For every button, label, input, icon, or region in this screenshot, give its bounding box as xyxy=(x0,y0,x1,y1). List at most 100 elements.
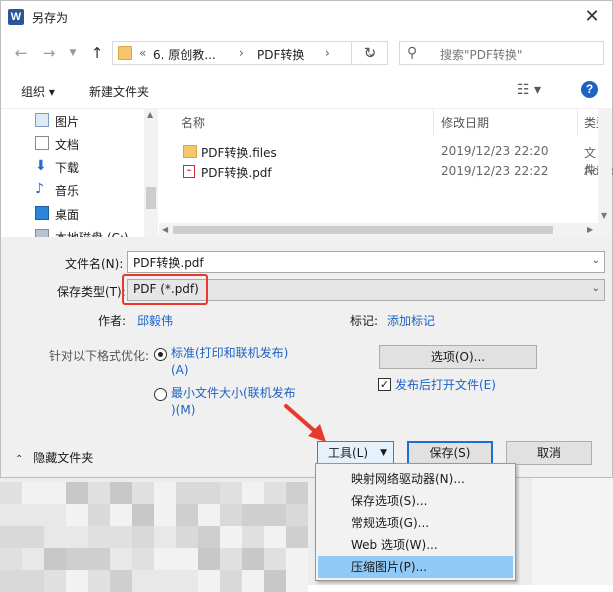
mosaic-tile xyxy=(132,548,154,570)
file-row[interactable]: ⌁ PDF转换.pdf 2019/12/23 22:22 Adob xyxy=(159,162,613,182)
file-name: PDF转换.files xyxy=(201,146,277,160)
mosaic-tile xyxy=(22,482,44,504)
refresh-button[interactable]: ↻ xyxy=(359,43,381,63)
horizontal-scrollbar[interactable]: ◀ ▶ xyxy=(159,223,598,237)
mosaic-tile xyxy=(264,526,286,548)
menu-item-compress-pictures[interactable]: 压缩图片(P)... xyxy=(318,556,513,578)
sidebar-item-label: 图片 xyxy=(55,115,80,129)
author-value[interactable]: 邱毅伟 xyxy=(137,312,173,329)
chevron-down-icon: ▼ xyxy=(380,448,387,458)
mosaic-tile xyxy=(264,548,286,570)
mosaic-tile xyxy=(22,504,44,526)
menu-item-general-options[interactable]: 常规选项(G)... xyxy=(318,512,513,534)
mosaic-tile xyxy=(110,504,132,526)
new-folder-button[interactable]: 新建文件夹 xyxy=(89,83,149,100)
close-button[interactable]: ✕ xyxy=(578,3,606,31)
mosaic-tile xyxy=(198,570,220,592)
mosaic-tile xyxy=(154,570,176,592)
column-header-date[interactable]: 修改日期 xyxy=(441,114,489,131)
mosaic-tile xyxy=(132,504,154,526)
sidebar-item-local-disk[interactable]: 本地磁盘 (C:) xyxy=(35,226,145,237)
mosaic-tile xyxy=(110,526,132,548)
download-icon: ⬇ xyxy=(35,158,47,174)
hide-folders-toggle[interactable]: ⌃ 隐藏文件夹 xyxy=(15,449,93,466)
tags-value[interactable]: 添加标记 xyxy=(387,312,435,329)
mosaic-tile xyxy=(154,504,176,526)
column-header-name[interactable]: 名称 xyxy=(181,114,205,131)
scroll-up-icon: ▲ xyxy=(147,110,154,119)
chevron-up-icon: ⌃ xyxy=(15,454,24,465)
mosaic-tile xyxy=(88,570,110,592)
navigation-scrollbar[interactable]: ▲ xyxy=(144,109,158,237)
radio-standard[interactable] xyxy=(154,348,167,361)
recent-locations-button[interactable]: ▼ xyxy=(63,43,83,63)
chevron-down-icon[interactable]: ⌄ xyxy=(592,255,600,266)
sidebar-item-label: 桌面 xyxy=(55,208,80,222)
option-standard-line2[interactable]: (A) xyxy=(171,362,189,379)
organize-menu[interactable]: 组织 ▾ xyxy=(21,83,55,100)
folder-icon xyxy=(183,145,197,158)
mosaic-tile xyxy=(198,548,220,570)
menu-item-web-options[interactable]: Web 选项(W)... xyxy=(318,534,513,556)
mosaic-tile xyxy=(220,548,242,570)
options-button[interactable]: 选项(O)... xyxy=(379,345,537,369)
pictures-icon xyxy=(35,113,49,127)
sidebar-item-music[interactable]: ♪ 音乐 xyxy=(35,179,145,201)
option-minimum-line2[interactable]: )(M) xyxy=(171,402,195,419)
search-icon: ⚲ xyxy=(407,45,418,61)
arrow-up-icon: ↑ xyxy=(90,44,104,62)
search-box[interactable]: ⚲ 搜索"PDF转换" xyxy=(399,41,604,65)
mosaic-tile xyxy=(44,526,66,548)
file-list-scrollbar[interactable]: ▼ xyxy=(598,109,612,237)
documents-icon xyxy=(35,136,49,150)
mosaic-tile xyxy=(110,482,132,504)
breadcrumb-overflow[interactable]: « xyxy=(139,46,146,60)
open-after-publish-label[interactable]: 发布后打开文件(E) xyxy=(395,376,496,393)
mosaic-tile xyxy=(242,504,264,526)
filename-input[interactable]: PDF转换.pdf ⌄ xyxy=(127,251,605,273)
breadcrumb-parent[interactable]: 6. 原创教... xyxy=(153,46,216,63)
open-after-publish-checkbox[interactable]: ✓ xyxy=(378,378,391,391)
mosaic-tile xyxy=(286,548,308,570)
arrow-left-icon: ← xyxy=(14,44,28,62)
column-separator[interactable] xyxy=(577,109,578,135)
chevron-down-icon: ▼ xyxy=(69,48,77,58)
column-separator[interactable] xyxy=(433,109,434,135)
back-button[interactable]: ← xyxy=(11,43,31,63)
mosaic-tile xyxy=(44,504,66,526)
breadcrumb-current[interactable]: PDF转换 xyxy=(257,46,304,63)
optimize-label: 针对以下格式优化: xyxy=(49,349,150,363)
help-icon[interactable]: ? xyxy=(581,81,598,98)
mosaic-tile xyxy=(0,548,22,570)
menu-item-map-network-drive[interactable]: 映射网络驱动器(N)... xyxy=(318,468,513,490)
mosaic-tile xyxy=(242,548,264,570)
mosaic-tile xyxy=(220,526,242,548)
filetype-label: 保存类型(T): xyxy=(57,285,126,299)
mosaic-tile xyxy=(132,526,154,548)
up-button[interactable]: ↑ xyxy=(87,43,107,63)
file-row[interactable]: PDF转换.files 2019/12/23 22:20 文件 xyxy=(159,142,596,177)
breadcrumb-separator[interactable]: › xyxy=(239,46,244,60)
radio-minimum-size[interactable] xyxy=(154,388,167,401)
refresh-icon: ↻ xyxy=(363,44,377,62)
sidebar-item-downloads[interactable]: ⬇ 下载 xyxy=(35,156,145,178)
pixelated-background xyxy=(0,482,320,592)
mosaic-tile xyxy=(198,526,220,548)
mosaic-tile xyxy=(176,482,198,504)
sidebar-item-documents[interactable]: 文档 xyxy=(35,133,145,155)
breadcrumb-separator-end[interactable]: › xyxy=(325,46,330,60)
cancel-button[interactable]: 取消 xyxy=(506,441,592,465)
view-options-icon[interactable]: ☷ ▾ xyxy=(517,82,541,98)
sidebar-item-label: 下载 xyxy=(55,161,80,175)
scroll-thumb[interactable] xyxy=(146,187,156,209)
save-button[interactable]: 保存(S) xyxy=(407,441,493,465)
sidebar-item-pictures[interactable]: 图片 xyxy=(35,110,145,132)
mosaic-tile xyxy=(264,504,286,526)
option-standard-line1[interactable]: 标准(打印和联机发布) xyxy=(171,345,288,362)
address-bar[interactable]: « 6. 原创教... › PDF转换 › ⌄ xyxy=(112,41,388,65)
sidebar-item-desktop[interactable]: 桌面 xyxy=(35,203,145,225)
menu-item-save-options[interactable]: 保存选项(S)... xyxy=(318,490,513,512)
forward-button[interactable]: → xyxy=(39,43,59,63)
scroll-thumb[interactable] xyxy=(173,226,553,234)
option-minimum-line1[interactable]: 最小文件大小(联机发布 xyxy=(171,385,296,402)
